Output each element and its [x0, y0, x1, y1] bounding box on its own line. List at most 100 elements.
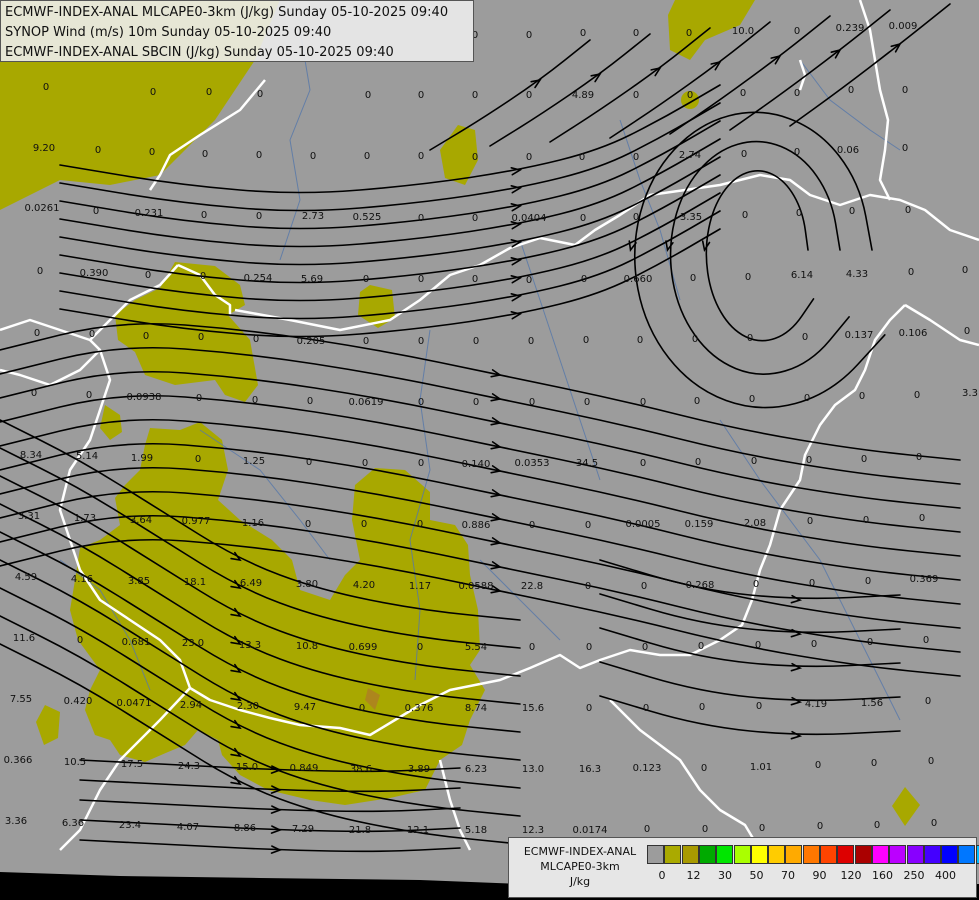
legend-swatch	[958, 845, 976, 864]
map-value-label: 0	[794, 26, 800, 37]
map-value-label: 7.29	[292, 824, 314, 835]
map-value-label: 0	[749, 394, 755, 405]
legend-swatch	[941, 845, 959, 864]
map-value-label: 0	[871, 758, 877, 769]
map-value-label: 1.56	[861, 698, 883, 709]
map-value-label: 0	[418, 213, 424, 224]
map-value-label: 0	[586, 642, 592, 653]
map-value-label: 0	[794, 88, 800, 99]
map-value-label: 0	[305, 519, 311, 530]
map-value-label: 0.0471	[117, 698, 152, 709]
map-value-label: 0	[306, 457, 312, 468]
map-value-label: 0	[695, 457, 701, 468]
map-value-label: 0	[581, 274, 587, 285]
legend-swatch	[750, 845, 768, 864]
legend-tick-label: 250	[903, 869, 925, 882]
map-value-label: 0	[690, 273, 696, 284]
map-value-label: 0	[526, 275, 532, 286]
legend-title-parameter: MLCAPE0-3km	[540, 860, 620, 873]
map-value-label: 0	[77, 635, 83, 646]
map-value-label: 0	[583, 335, 589, 346]
map-value-label: 0	[902, 85, 908, 96]
map-value-label: 0.376	[405, 703, 434, 714]
map-value-label: 0	[34, 328, 40, 339]
map-value-label: 2.74	[679, 150, 701, 161]
map-value-label: 3.64	[130, 515, 152, 526]
map-value-label: 0	[741, 149, 747, 160]
map-value-label: 0	[257, 89, 263, 100]
map-value-label: 24.3	[178, 761, 200, 772]
map-value-label: 0.254	[244, 273, 273, 284]
map-value-label: 0.525	[353, 212, 382, 223]
map-value-label: 0	[640, 458, 646, 469]
map-value-label: 0	[698, 641, 704, 652]
map-value-label: 21.8	[349, 825, 371, 836]
map-value-label: 16.3	[579, 764, 601, 775]
map-value-label: 0	[579, 152, 585, 163]
legend-tick-label: 50	[749, 869, 764, 882]
map-value-label: 4.59	[15, 572, 37, 583]
map-value-label: 0	[472, 90, 478, 101]
map-value-label: 4.89	[572, 90, 594, 101]
map-value-label: 0	[417, 642, 423, 653]
map-value-label: 0	[526, 30, 532, 41]
map-value-label: 0	[253, 334, 259, 345]
map-value-label: 0.106	[899, 328, 928, 339]
map-value-label: 8.34	[20, 450, 42, 461]
map-value-label: 0	[31, 388, 37, 399]
legend-title: ECMWF-INDEX-ANAL MLCAPE0-3km J/kg	[513, 844, 647, 889]
map-value-label: 2.30	[237, 701, 259, 712]
map-value-label: 0	[641, 581, 647, 592]
map-value-label: 0.137	[845, 330, 874, 341]
map-value-label: 0	[701, 763, 707, 774]
map-value-label: 0	[928, 756, 934, 767]
legend-swatch	[716, 845, 734, 864]
map-value-label: 5.69	[301, 274, 323, 285]
legend-swatch	[889, 845, 907, 864]
map-value-label: 3.35	[680, 212, 702, 223]
legend-swatch	[733, 845, 751, 864]
map-value-label: 18.1	[184, 577, 206, 588]
map-value-label: 0	[256, 211, 262, 222]
map-value-label: 0	[362, 458, 368, 469]
map-value-label: 0	[804, 393, 810, 404]
map-value-label: 5.14	[76, 451, 98, 462]
map-value-label: 0	[643, 703, 649, 714]
map-value-label: 2.73	[302, 211, 324, 222]
map-value-label: 6.14	[791, 270, 813, 281]
map-value-label: 0.0261	[25, 203, 60, 214]
map-value-label: 0	[359, 703, 365, 714]
legend-tick-label: 30	[718, 869, 732, 882]
legend-tick-label: 12	[686, 869, 701, 882]
map-value-label: 0	[584, 397, 590, 408]
map-value-label: 0	[817, 821, 823, 832]
map-value-label: 0	[361, 519, 367, 530]
map-value-label: 0	[418, 90, 424, 101]
map-value-label: 0	[747, 333, 753, 344]
map-value-label: 0.699	[349, 642, 378, 653]
map-value-label: 0	[905, 205, 911, 216]
map-value-label: 0	[529, 520, 535, 531]
map-value-label: 4.16	[71, 574, 93, 585]
legend-swatch	[785, 845, 803, 864]
map-value-label: 0	[809, 578, 815, 589]
legend-tick-label: 70	[781, 869, 795, 882]
map-value-label: 0	[149, 147, 155, 158]
legend-swatch	[923, 845, 941, 864]
map-value-label: 0	[796, 208, 802, 219]
legend-swatch	[681, 845, 699, 864]
map-value-label: 0	[633, 90, 639, 101]
map-value-label: 0	[472, 152, 478, 163]
legend-swatch	[854, 845, 872, 864]
map-value-label: 0	[586, 703, 592, 714]
map-value-label: 0.0619	[349, 397, 384, 408]
map-value-label: 0	[633, 28, 639, 39]
map-value-label: 0	[914, 390, 920, 401]
map-value-label: 0	[145, 270, 151, 281]
map-value-label: 3.3	[962, 388, 978, 399]
map-value-label: 0	[849, 206, 855, 217]
map-value-label: 4.07	[177, 822, 199, 833]
map-value-label: 0	[916, 452, 922, 463]
map-value-label: 0	[859, 391, 865, 402]
map-value-label: 0	[529, 642, 535, 653]
